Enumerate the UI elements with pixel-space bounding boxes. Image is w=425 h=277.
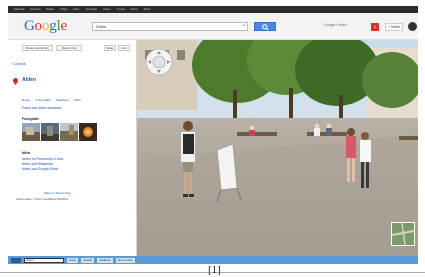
map-type-chip[interactable]: Satellit — [81, 257, 95, 263]
google-plus-link[interactable]: Google+ teilen — [324, 23, 347, 27]
map-pin-icon — [13, 78, 18, 85]
clear-icon[interactable]: ✕ — [240, 22, 248, 31]
top-nav-bar: Michael Suchen Bilder Maps Play YouTube … — [8, 6, 418, 13]
share-button[interactable]: + Teilen — [385, 23, 403, 31]
nav-item[interactable]: Bilder — [47, 6, 55, 13]
route-button[interactable]: Route berechnen — [22, 45, 53, 51]
street-view-scene — [137, 40, 418, 256]
search-button[interactable] — [254, 22, 276, 31]
nav-item[interactable]: Maps — [60, 6, 67, 13]
map-type-chip[interactable]: Street View — [115, 257, 135, 263]
map-type-chip[interactable]: Gelände — [97, 257, 113, 263]
photo-thumbnail[interactable] — [79, 123, 97, 141]
bottom-bar-button[interactable] — [11, 257, 21, 263]
street-view-note[interactable]: Ahlen in Street View — [44, 191, 71, 195]
nav-item[interactable]: Play — [74, 6, 80, 13]
street-view-image[interactable] — [137, 40, 418, 256]
side-panel: Route berechnen Meine Orte Teilen Link «… — [8, 40, 137, 256]
header: Google Ahlen ✕ Google+ teilen 1 + Teilen — [8, 13, 418, 40]
avatar[interactable] — [408, 22, 417, 31]
search-icon — [262, 24, 269, 31]
map-type-chip[interactable]: Karte — [67, 257, 79, 263]
more-link-item[interactable]: Ahlen auf Wikipedia — [22, 162, 53, 166]
photos-link[interactable]: Fotos von Ahlen ansehen — [22, 106, 62, 110]
share-panel-button[interactable]: Teilen — [104, 45, 116, 51]
figure-caption: [1] — [208, 264, 221, 276]
more-link[interactable]: Mehr — [74, 98, 81, 102]
search-input[interactable]: Ahlen — [92, 22, 248, 31]
nearby-link[interactable]: In der Nähe — [35, 98, 51, 102]
nav-item[interactable]: Michael — [14, 6, 24, 13]
more-link-item[interactable]: Ahlen im Panoramio-Fotos — [22, 157, 63, 161]
action-links: Route In der Nähe Speichern Mehr — [22, 98, 81, 102]
map-data-credit: Kartendaten ©2013 GeoBasis-DE/BKG — [16, 197, 69, 201]
route-link[interactable]: Route — [22, 98, 30, 102]
place-title[interactable]: Ahlen — [22, 77, 36, 83]
save-link[interactable]: Speichern — [56, 98, 70, 102]
photo-thumbnail[interactable] — [41, 123, 59, 141]
photo-thumbnails — [22, 123, 97, 141]
notifications-badge[interactable]: 1 — [371, 23, 379, 31]
minimap-image — [391, 222, 415, 246]
more-heading: Mehr — [22, 151, 31, 155]
minimap-thumbnail[interactable] — [391, 222, 415, 246]
bottom-bar: Ahlen Karte Satellit Gelände Street View — [8, 256, 418, 264]
photos-heading: Fotografie — [22, 117, 40, 121]
photo-thumbnail[interactable] — [60, 123, 78, 141]
link-button[interactable]: Link — [118, 45, 130, 51]
app-window: Michael Suchen Bilder Maps Play YouTube … — [8, 6, 418, 264]
nav-item[interactable]: YouTube — [85, 6, 97, 13]
more-link-item[interactable]: Ahlen auf Google Earth — [22, 167, 58, 171]
nav-item[interactable]: Suchen — [30, 6, 40, 13]
nav-item[interactable]: Gmail — [117, 6, 125, 13]
back-link[interactable]: « Zurück — [12, 62, 26, 66]
bottom-search-field[interactable]: Ahlen — [24, 257, 64, 263]
google-logo[interactable]: Google — [24, 19, 67, 34]
nav-item[interactable]: Drive — [131, 6, 138, 13]
my-places-button[interactable]: Meine Orte — [56, 45, 82, 51]
nav-item[interactable]: News — [103, 6, 111, 13]
nav-item[interactable]: Mehr — [144, 6, 151, 13]
photo-thumbnail[interactable] — [22, 123, 40, 141]
